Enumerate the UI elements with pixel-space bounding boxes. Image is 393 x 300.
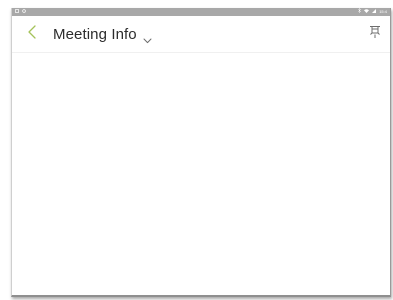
signal-icon [372,8,377,16]
bluetooth-icon [358,7,362,16]
chevron-left-icon [27,24,37,44]
wifi-icon [364,8,370,16]
status-time: 15:4 [379,9,387,14]
pin-button[interactable] [368,25,382,44]
meeting-info-content [12,54,390,295]
app-window: 15:4 Meeting Info [11,7,391,297]
pin-icon [369,25,381,44]
status-right-icons: 15:4 [358,7,387,16]
chevron-down-icon [143,31,152,44]
page-title: Meeting Info [53,25,137,43]
back-button[interactable] [21,23,43,45]
status-left-icons [15,8,26,16]
app-bar: Meeting Info [12,16,390,53]
status-bar: 15:4 [12,7,390,16]
title-dropdown[interactable]: Meeting Info [53,25,152,44]
sync-icon [22,8,26,16]
notification-icon [15,8,19,16]
